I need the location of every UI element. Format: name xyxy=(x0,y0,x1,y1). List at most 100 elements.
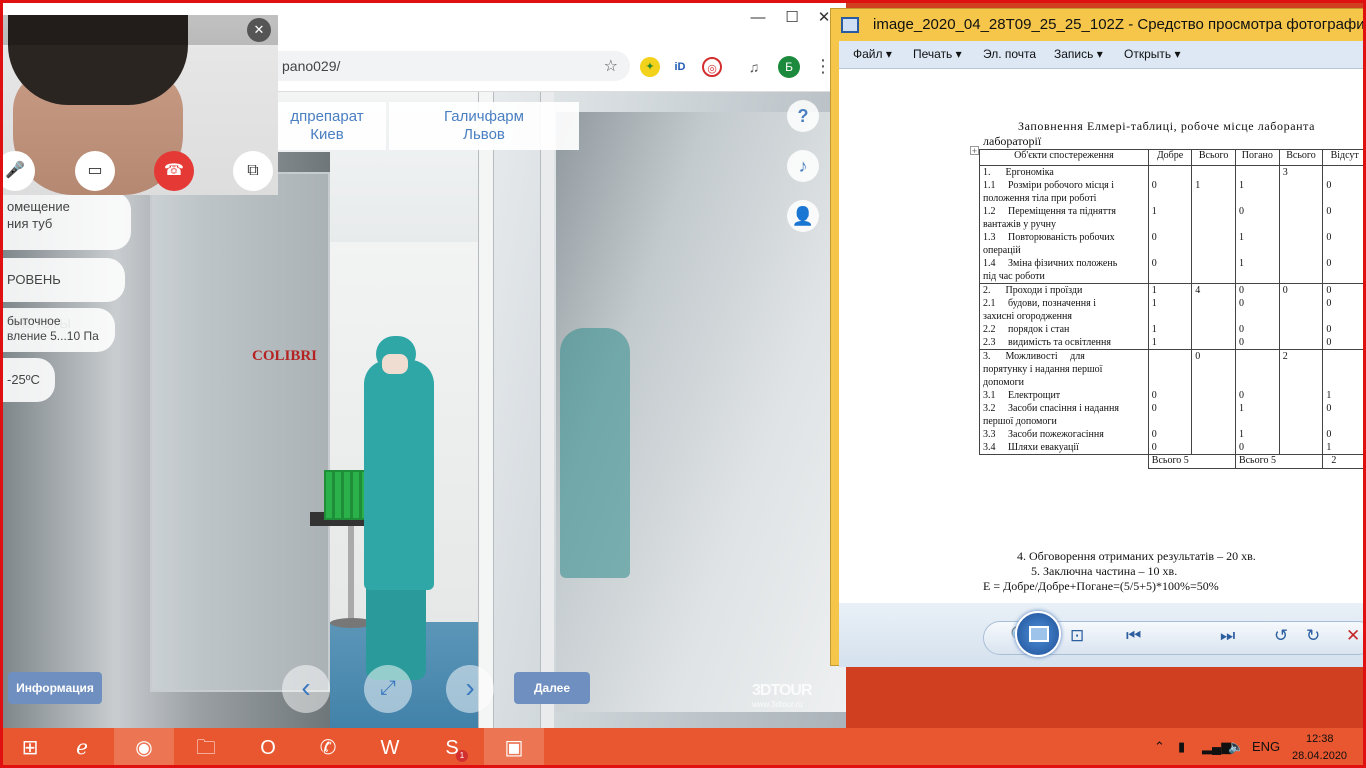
table-cell-line xyxy=(1239,310,1276,323)
table-cell-good: 0 0 0 0 xyxy=(1147,349,1193,455)
info-pill-tube-room[interactable]: омещение ния туб xyxy=(3,192,131,250)
table-cell-line: порятунку і надання першої xyxy=(983,364,1103,375)
table-header: Всього xyxy=(1278,149,1324,166)
video-call-window[interactable]: ✕ 🎤 ▭ ☎ ⧉ xyxy=(3,15,278,195)
table-cell-line: 0 xyxy=(1326,206,1332,217)
camera-icon[interactable]: ▭ xyxy=(75,151,115,191)
extension-id-icon[interactable]: iD xyxy=(670,57,690,77)
menu-print[interactable]: Печать ▾ xyxy=(913,47,962,61)
table-cell-line xyxy=(1195,336,1232,349)
photo-viewer-icon xyxy=(841,17,859,33)
table-cell-line xyxy=(1195,376,1232,389)
skype-badge: 1 xyxy=(456,750,468,762)
call-close-icon[interactable]: ✕ xyxy=(247,18,271,42)
previous-icon[interactable]: ⏮ xyxy=(1126,626,1141,646)
table-cell-line xyxy=(1283,376,1320,389)
extension-target-icon[interactable]: ◎ xyxy=(702,57,722,77)
end-call-icon[interactable]: ☎ xyxy=(154,151,194,191)
person-icon[interactable]: 👤 xyxy=(787,200,819,232)
table-cell-line: 0 xyxy=(1326,258,1332,269)
fullscreen-icon[interactable]: ⤢ xyxy=(364,665,412,713)
photo-viewer-taskbar-icon[interactable]: ▣ xyxy=(484,728,544,768)
table-cell-line xyxy=(1239,270,1276,283)
opera-icon[interactable]: O xyxy=(238,728,298,768)
start-button[interactable]: ⊞ xyxy=(0,728,60,768)
extension-green-icon[interactable]: ✦ xyxy=(640,57,660,77)
table-cell-line xyxy=(1195,415,1232,428)
table-cell-line: 3.2 Засоби спасіння і надання xyxy=(983,403,1119,414)
prev-arrow-icon[interactable]: ‹ xyxy=(282,665,330,713)
table-cell-line xyxy=(1283,244,1320,257)
table-header: Добре xyxy=(1147,149,1193,166)
table-cell-line xyxy=(1195,244,1232,257)
volume-icon[interactable]: 🔈 xyxy=(1228,739,1244,755)
internet-explorer-icon[interactable]: ℯ xyxy=(52,728,112,768)
media-control-icon[interactable]: ♫ xyxy=(744,57,764,77)
menu-email[interactable]: Эл. почта xyxy=(983,47,1036,61)
next-icon[interactable]: ⏭ xyxy=(1220,626,1235,646)
table-cell-line: 0 xyxy=(1238,337,1244,348)
table-cell-line: 0 xyxy=(1326,337,1332,348)
tray-expand-icon[interactable]: ⌃ xyxy=(1154,739,1165,755)
info-pill-temperature[interactable]: -25ºС xyxy=(3,358,55,402)
table-row: 1. Ергономіка 1.1 Розміри робочого місця … xyxy=(979,165,1366,284)
table-cell-line: 2.2 порядок і стан xyxy=(983,324,1070,335)
table-cell-line xyxy=(1239,244,1276,257)
address-bar[interactable]: pano029/ ☆ xyxy=(260,51,630,81)
file-explorer-icon[interactable]: 🗀 xyxy=(176,728,236,768)
table-cell-line: 2.1 будови, позначення і xyxy=(983,298,1096,309)
menu-file[interactable]: Файл ▾ xyxy=(853,47,892,61)
network-icon[interactable]: ▂▄▆ xyxy=(1202,739,1231,755)
table-cell-good-total: 1 xyxy=(1191,165,1236,284)
doc-item-5: 5. Заключна частина – 10 хв. xyxy=(1031,564,1178,578)
actual-size-icon[interactable]: ⊡ xyxy=(1070,626,1084,646)
viewer-image-canvas[interactable]: Заповнення Елмері-таблиці, робоче місце … xyxy=(839,69,1366,603)
table-cell-line: 0 xyxy=(1326,429,1332,440)
table-cell-line xyxy=(1283,270,1320,283)
table-cell-line: 1 xyxy=(1238,429,1244,440)
maximize-icon[interactable]: ☐ xyxy=(780,6,804,30)
delete-icon[interactable]: ✕ xyxy=(1346,626,1360,646)
table-cell-line: 0 xyxy=(1238,285,1244,296)
slideshow-button[interactable] xyxy=(1015,611,1061,657)
language-indicator[interactable]: ENG xyxy=(1252,739,1280,754)
chrome-icon[interactable]: ◉ xyxy=(114,728,174,768)
menu-burn[interactable]: Запись ▾ xyxy=(1054,47,1103,61)
table-cell-bad-total: 0 xyxy=(1278,283,1324,350)
skype-icon[interactable]: S xyxy=(422,728,482,768)
clock-date[interactable]: 28.04.2020 xyxy=(1292,750,1347,762)
table-cell-line: 2. Проходи і проїзди xyxy=(983,285,1083,296)
tour-tab-lviv[interactable]: Галичфарм Львов xyxy=(389,102,579,150)
viber-icon[interactable]: ✆ xyxy=(298,728,358,768)
table-cell-line xyxy=(1239,415,1276,428)
rotate-left-icon[interactable]: ↺ xyxy=(1274,626,1288,646)
bookmark-star-icon[interactable]: ☆ xyxy=(604,56,618,76)
table-cell-line xyxy=(1195,231,1232,244)
switch-window-icon[interactable]: ⧉ xyxy=(233,151,273,191)
profile-avatar[interactable]: Б xyxy=(778,56,800,78)
clock-time[interactable]: 12:38 xyxy=(1306,733,1334,745)
table-header: Об'єкти спостереження xyxy=(979,149,1149,166)
tour-logo-sub: www.3dtour.ru xyxy=(752,700,803,709)
next-button[interactable]: Далее xyxy=(514,672,590,704)
table-cell-line xyxy=(1283,389,1320,402)
help-button[interactable]: ? xyxy=(787,100,819,132)
viewer-control-bar: 🔍 ⊡ ⏮ ⏭ ↺ ↻ ✕ xyxy=(839,603,1366,667)
info-pill-pressure[interactable]: быточное вление 5...10 Па xyxy=(3,308,115,352)
table-cell xyxy=(980,455,1149,469)
rotate-right-icon[interactable]: ↻ xyxy=(1306,626,1320,646)
table-row: 3. Можливості для порятунку і надання пер… xyxy=(979,349,1366,455)
table-cell-line xyxy=(1283,428,1320,441)
menu-open[interactable]: Открыть ▾ xyxy=(1124,47,1180,61)
table-cell-line xyxy=(1195,428,1232,441)
battery-icon[interactable]: ▮ xyxy=(1178,739,1185,755)
tour-tab-kiev[interactable]: дпрепарат Киев xyxy=(268,102,386,150)
next-arrow-icon[interactable]: › xyxy=(446,665,494,713)
minimize-icon[interactable]: — xyxy=(746,6,770,30)
info-pill-cleanliness[interactable]: РОВЕНЬ ЧИСТОТЫ xyxy=(3,258,125,331)
table-cell-line: 0 xyxy=(1326,298,1332,309)
music-button[interactable]: ♪ xyxy=(787,150,819,182)
info-button[interactable]: Информация xyxy=(8,672,102,704)
word-icon[interactable]: W xyxy=(360,728,420,768)
table-cell-line: операцій xyxy=(983,245,1021,256)
